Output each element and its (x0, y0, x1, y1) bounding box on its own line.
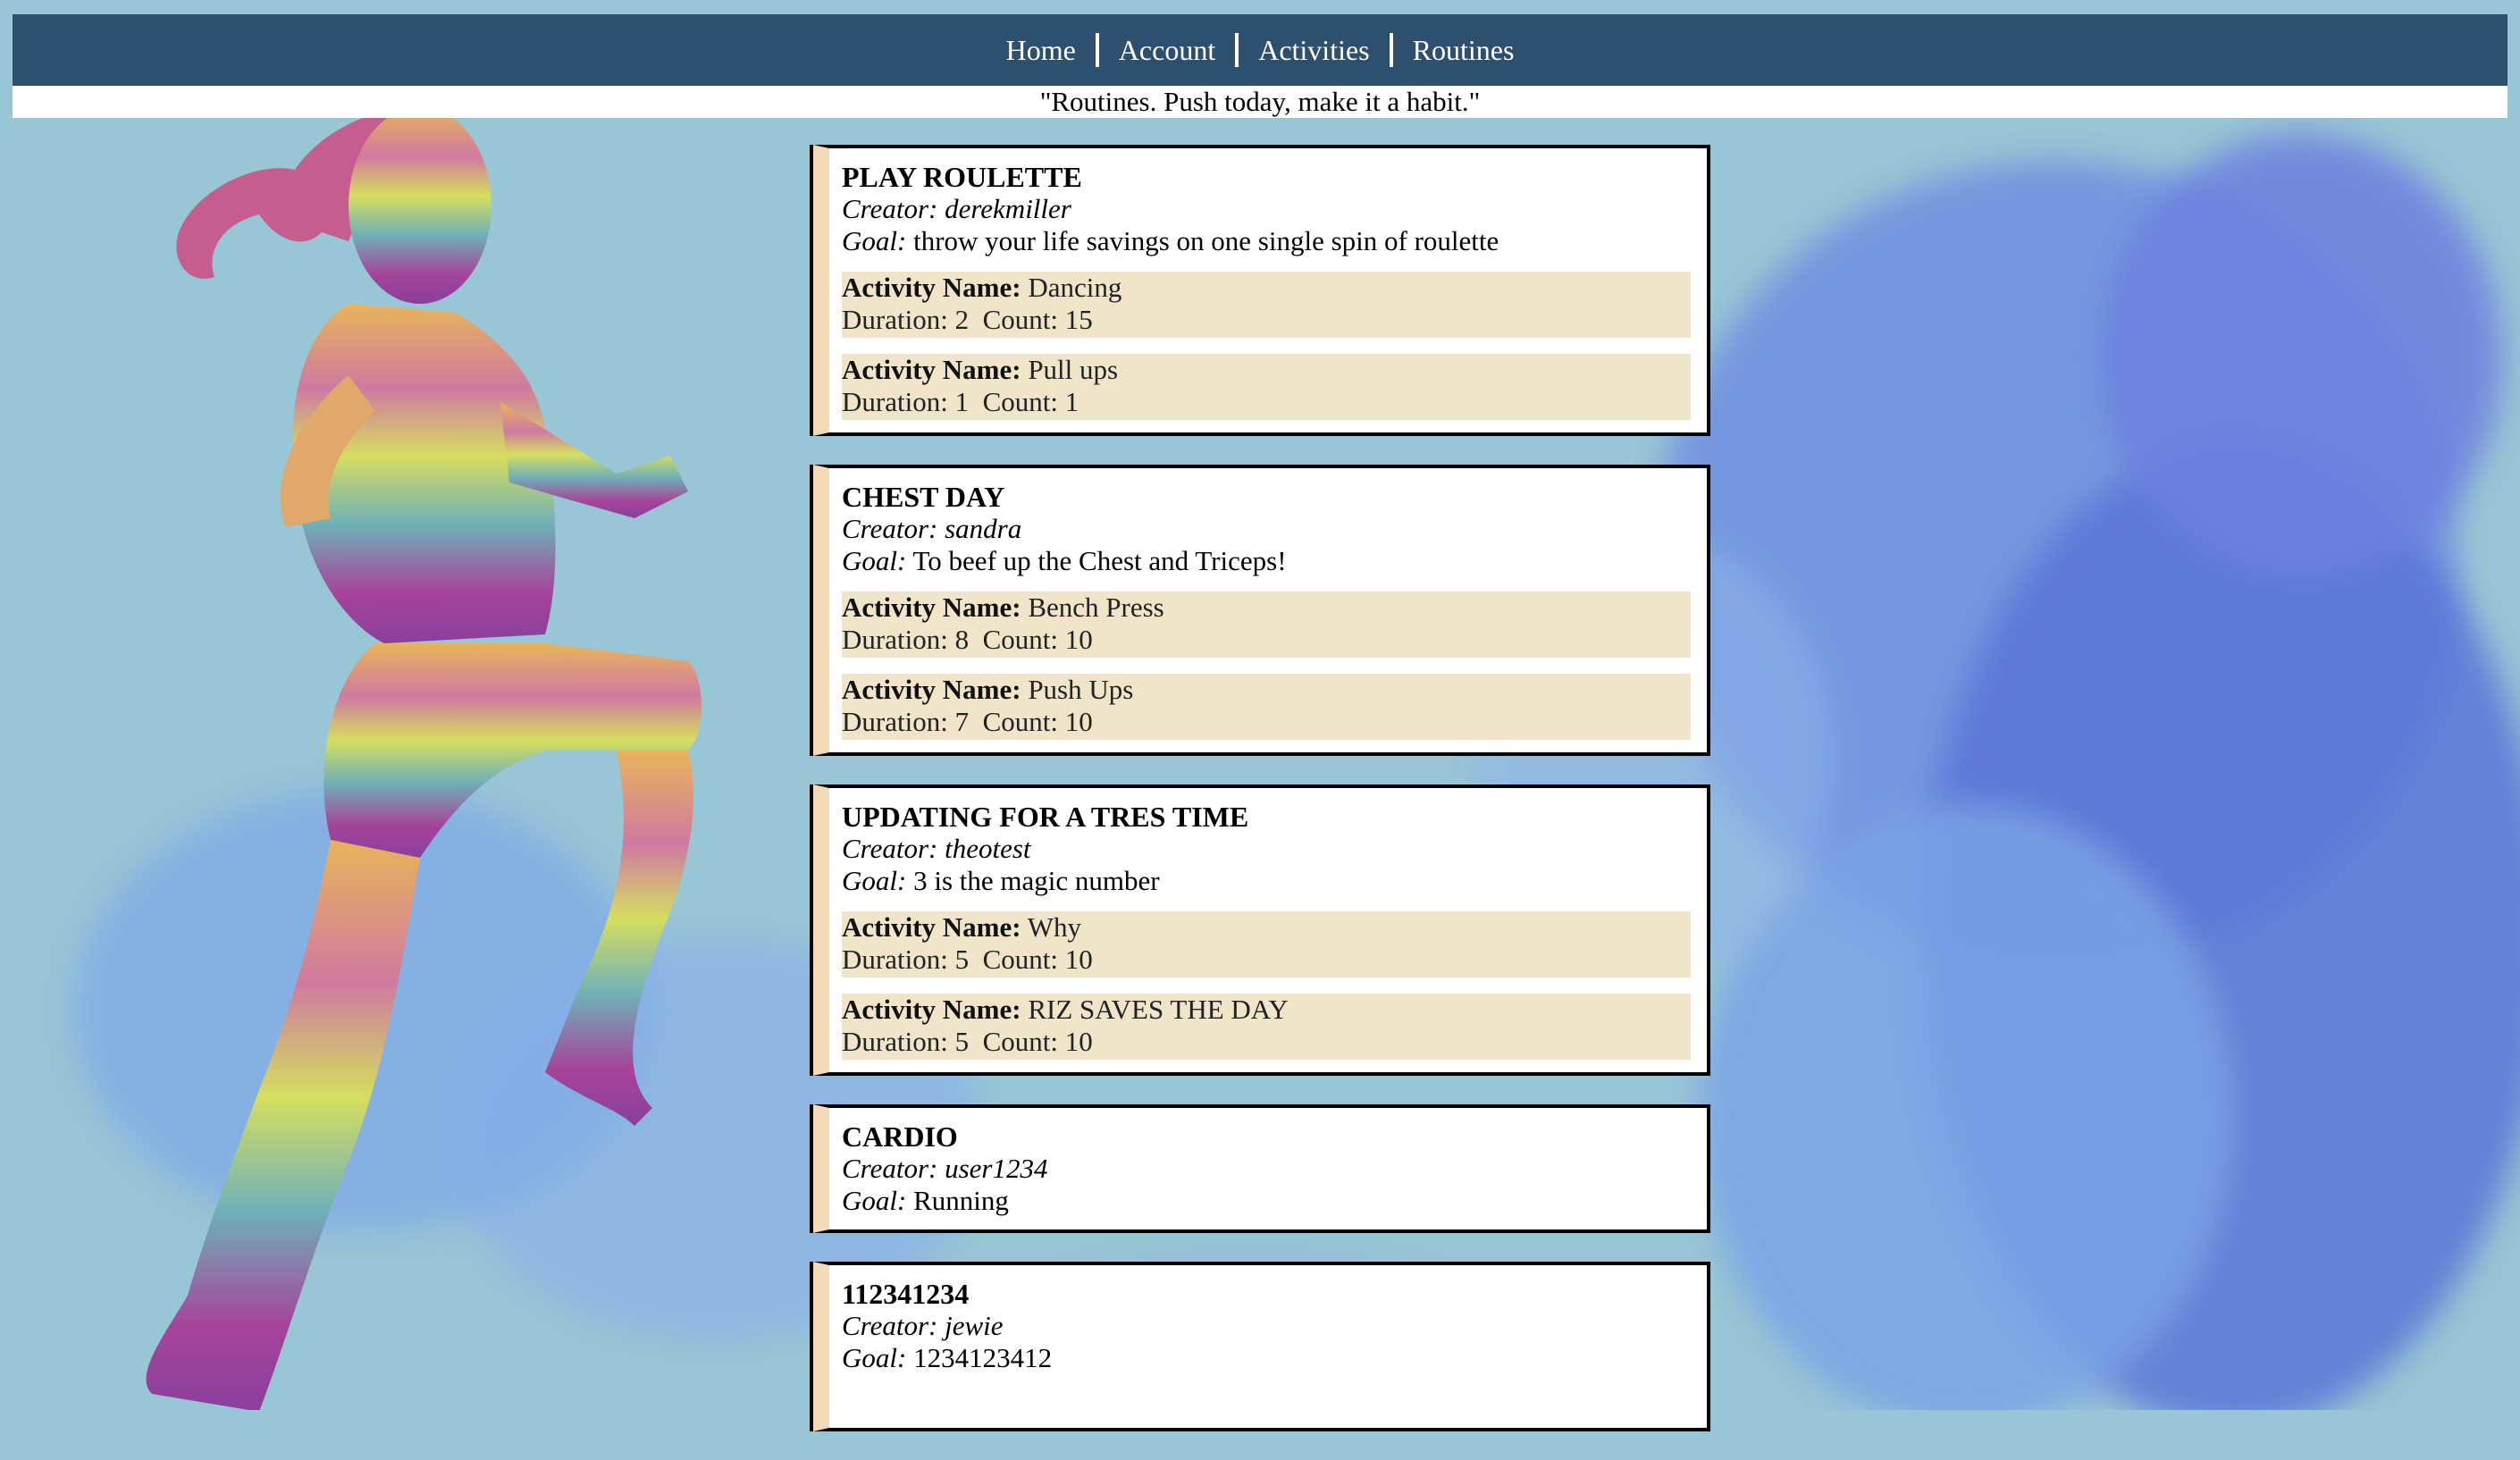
creator-value: sandra (945, 513, 1022, 544)
goal-label: Goal: (842, 1185, 907, 1216)
creator-value: user1234 (945, 1153, 1048, 1184)
activity-item: Activity Name: Why Duration: 5 Count: 10 (842, 911, 1691, 978)
activity-duration: 8 (954, 624, 970, 655)
top-navbar: Home Account Activities Routines (13, 14, 2507, 86)
count-label: Count: (982, 1026, 1058, 1057)
activity-item: Activity Name: Push Ups Duration: 7 Coun… (842, 674, 1691, 740)
goal-value: To beef up the Chest and Triceps! (912, 545, 1287, 576)
routine-name: 112341234 (842, 1278, 970, 1310)
goal-value: 3 is the magic number (913, 865, 1160, 896)
duration-label: Duration: (842, 624, 948, 655)
routine-creator: Creator: derekmiller (842, 193, 1691, 225)
duration-label: Duration: (842, 944, 948, 975)
nav-account-link[interactable]: Account (1099, 34, 1235, 67)
activity-name: Bench Press (1028, 592, 1164, 623)
routine-creator: Creator: sandra (842, 513, 1691, 545)
activity-name: Push Ups (1028, 674, 1134, 705)
routine-name: CHEST DAY (842, 481, 1005, 513)
creator-label: Creator: (842, 1153, 938, 1184)
routine-card: CHEST DAY Creator: sandra Goal: To beef … (813, 465, 1710, 756)
goal-label: Goal: (842, 225, 907, 256)
goal-label: Goal: (842, 865, 907, 896)
activity-duration: 1 (954, 386, 970, 417)
tagline-text: "Routines. Push today, make it a habit." (1039, 86, 1481, 117)
goal-value: 1234123412 (913, 1342, 1053, 1373)
duration-label: Duration: (842, 304, 948, 335)
activity-count: 15 (1064, 304, 1093, 335)
tagline-bar: "Routines. Push today, make it a habit." (13, 86, 2507, 118)
activity-item: Activity Name: Pull ups Duration: 1 Coun… (842, 354, 1691, 420)
count-label: Count: (982, 386, 1058, 417)
duration-label: Duration: (842, 706, 948, 737)
nav-routines-link[interactable]: Routines (1393, 34, 1534, 67)
duration-label: Duration: (842, 1026, 948, 1057)
creator-label: Creator: (842, 513, 938, 544)
activity-name: Dancing (1028, 272, 1122, 303)
creator-label: Creator: (842, 833, 938, 864)
routine-goal: Goal: 1234123412 (842, 1342, 1691, 1374)
activity-name-label: Activity Name: (842, 354, 1021, 385)
routine-creator: Creator: jewie (842, 1310, 1691, 1342)
duration-label: Duration: (842, 386, 948, 417)
count-label: Count: (982, 624, 1058, 655)
routine-goal: Goal: 3 is the magic number (842, 865, 1691, 897)
nav-activities-link[interactable]: Activities (1239, 34, 1389, 67)
routine-name: PLAY ROULETTE (842, 161, 1082, 193)
routine-name: CARDIO (842, 1120, 958, 1153)
routine-name: UPDATING FOR A TRES TIME (842, 801, 1249, 833)
goal-value: Running (913, 1185, 1009, 1216)
routines-list: PLAY ROULETTE Creator: derekmiller Goal:… (810, 145, 1710, 1460)
activity-duration: 5 (954, 1026, 970, 1057)
activity-count: 10 (1064, 1026, 1093, 1057)
activity-name-label: Activity Name: (842, 674, 1021, 705)
routine-creator: Creator: theotest (842, 833, 1691, 865)
creator-value: theotest (945, 833, 1031, 864)
routine-goal: Goal: To beef up the Chest and Triceps! (842, 545, 1691, 577)
activity-name-label: Activity Name: (842, 911, 1021, 943)
creator-value: jewie (945, 1310, 1004, 1341)
activity-count: 10 (1064, 944, 1093, 975)
activity-item: Activity Name: Dancing Duration: 2 Count… (842, 272, 1691, 338)
activity-name-label: Activity Name: (842, 592, 1021, 623)
activity-duration: 2 (954, 304, 970, 335)
creator-label: Creator: (842, 193, 938, 224)
activity-name: Pull ups (1028, 354, 1119, 385)
routine-card: CARDIO Creator: user1234 Goal: Running (813, 1104, 1710, 1233)
count-label: Count: (982, 706, 1058, 737)
goal-label: Goal: (842, 545, 907, 576)
goal-value: throw your life savings on one single sp… (913, 225, 1499, 256)
activity-count: 10 (1064, 624, 1093, 655)
count-label: Count: (982, 304, 1058, 335)
activity-name-label: Activity Name: (842, 994, 1021, 1025)
creator-value: derekmiller (945, 193, 1071, 224)
activity-duration: 5 (954, 944, 970, 975)
activity-name: Why (1027, 911, 1082, 943)
routine-goal: Goal: Running (842, 1185, 1691, 1217)
routine-card: 112341234 Creator: jewie Goal: 123412341… (813, 1262, 1710, 1431)
routine-creator: Creator: user1234 (842, 1153, 1691, 1185)
activity-item: Activity Name: Bench Press Duration: 8 C… (842, 592, 1691, 658)
activity-duration: 7 (954, 706, 970, 737)
activity-item: Activity Name: RIZ SAVES THE DAY Duratio… (842, 994, 1691, 1060)
nav-home-link[interactable]: Home (987, 34, 1096, 67)
count-label: Count: (982, 944, 1058, 975)
goal-label: Goal: (842, 1342, 907, 1373)
routine-goal: Goal: throw your life savings on one sin… (842, 225, 1691, 257)
activity-count: 1 (1064, 386, 1079, 417)
runner-illustration (146, 107, 701, 1410)
routine-card: PLAY ROULETTE Creator: derekmiller Goal:… (813, 145, 1710, 436)
routine-card: UPDATING FOR A TRES TIME Creator: theote… (813, 785, 1710, 1076)
activity-count: 10 (1064, 706, 1093, 737)
activity-name: RIZ SAVES THE DAY (1028, 994, 1289, 1025)
creator-label: Creator: (842, 1310, 938, 1341)
activity-name-label: Activity Name: (842, 272, 1021, 303)
